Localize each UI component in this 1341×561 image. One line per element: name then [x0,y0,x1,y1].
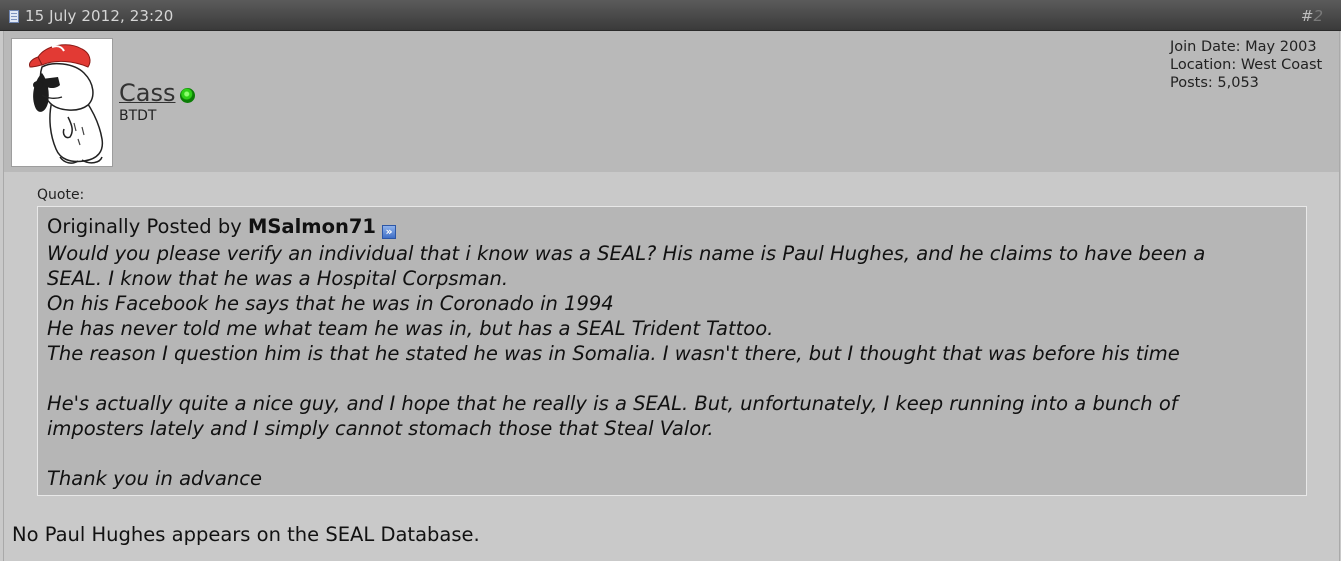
quote-block: Originally Posted by MSalmon71 » Would yo… [37,206,1307,496]
user-info-panel: Cass BTDT Join Date: May 2003 Location: … [3,31,1340,172]
location: Location: West Coast [1170,57,1323,73]
quote-line: SEAL. I know that he was a Hospital Corp… [47,267,509,290]
post-number-link[interactable]: #2 [1301,7,1323,25]
post-date: 15 July 2012, 23:20 [25,7,174,25]
quote-line: Thank you in advance [47,467,262,490]
quote-line: The reason I question him is that he sta… [47,342,1180,365]
view-post-icon[interactable]: » [382,225,396,239]
quote-line: On his Facebook he says that he was in C… [47,292,614,315]
online-status-icon [180,88,195,103]
quote-line: imposters lately and I simply cannot sto… [47,417,714,440]
user-stats: Join Date: May 2003 Location: West Coast… [1170,38,1322,92]
quote-author: MSalmon71 [247,215,376,238]
username-link[interactable]: Cass [119,79,175,107]
post-status-icon [9,10,19,23]
quote-text: Would you please verify an individual th… [47,241,1297,491]
quote-line: He's actually quite a nice guy, and I ho… [47,392,1178,415]
user-title: BTDT [119,108,157,124]
quote-blank-line [47,441,1297,466]
quote-line: Would you please verify an individual th… [47,242,1206,265]
quote-blank-line [47,366,1297,391]
join-date: Join Date: May 2003 [1170,39,1317,55]
snoopy-avatar-icon [29,44,104,164]
quote-label: Quote: [37,187,85,203]
post-header: 15 July 2012, 23:20 #2 [0,0,1341,31]
reply-text: No Paul Hughes appears on the SEAL Datab… [12,523,480,546]
posted-by-label: Originally Posted by [47,215,242,238]
post-body: Quote: Originally Posted by MSalmon71 » W… [3,172,1340,561]
post-count: Posts: 5,053 [1170,75,1259,91]
user-avatar[interactable] [11,38,113,167]
quote-attribution: Originally Posted by MSalmon71 » [47,215,396,239]
post-number-value: 2 [1313,7,1323,25]
post-number-prefix: # [1300,7,1314,25]
quote-line: He has never told me what team he was in… [47,317,774,340]
